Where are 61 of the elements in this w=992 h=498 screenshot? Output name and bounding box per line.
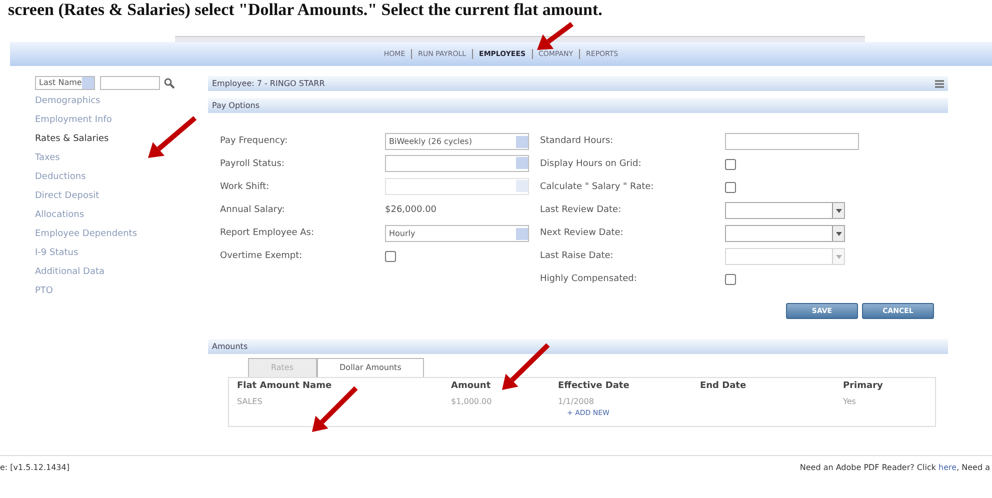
field-label: Report Employee As: bbox=[220, 226, 316, 240]
column-header: Amount bbox=[451, 380, 492, 393]
checkbox[interactable] bbox=[385, 251, 396, 262]
column-header: Flat Amount Name bbox=[237, 380, 333, 393]
sidebar-link[interactable]: Demographics bbox=[35, 92, 200, 112]
sidebar-link[interactable]: Additional Data bbox=[35, 263, 200, 282]
menu-icon[interactable] bbox=[935, 80, 944, 88]
field-label: Standard Hours: bbox=[540, 134, 614, 148]
date-field[interactable] bbox=[725, 202, 845, 219]
field-label: Last Review Date: bbox=[540, 204, 622, 217]
sidebar-link[interactable]: Employee Dependents bbox=[35, 225, 200, 244]
search-field[interactable] bbox=[100, 76, 160, 90]
calendar-dropdown-icon[interactable] bbox=[832, 203, 844, 218]
date-field[interactable] bbox=[725, 225, 845, 242]
column-header: End Date bbox=[700, 380, 748, 393]
footer-text: Need an Adobe PDF Reader? Click here, Need a bbox=[800, 462, 991, 474]
section-title: Pay Options bbox=[212, 100, 260, 112]
field-label: Work Shift: bbox=[220, 180, 270, 194]
sidebar-link[interactable]: Allocations bbox=[35, 206, 200, 226]
field-label: Calculate " Salary " Rate: bbox=[540, 180, 655, 194]
column-header: Effective Date bbox=[558, 380, 630, 393]
table-cell-text: Yes bbox=[843, 396, 857, 408]
checkbox[interactable] bbox=[725, 182, 736, 193]
sidebar-link[interactable]: Taxes bbox=[35, 149, 200, 168]
field-label: Overtime Exempt: bbox=[220, 250, 304, 263]
dropdown[interactable]: Hourly bbox=[385, 225, 529, 242]
version-text: e: [v1.5.12.1434] bbox=[0, 462, 70, 474]
tab[interactable]: Dollar Amounts bbox=[316, 358, 424, 377]
sidebar-link[interactable]: Deductions bbox=[35, 168, 200, 188]
dropdown[interactable]: BiWeekly (26 cycles) bbox=[385, 133, 529, 150]
field-value: $26,000.00 bbox=[385, 204, 437, 215]
section-title: Amounts bbox=[212, 340, 248, 352]
sidebar-link[interactable]: PTO bbox=[35, 282, 200, 302]
table-cell-text: $1,000.00 bbox=[451, 396, 493, 408]
sidebar-link[interactable]: Employment Info bbox=[35, 111, 200, 130]
column-header: Primary bbox=[843, 380, 884, 393]
instruction-text: screen (Rates & Salaries) select "Dollar Amounts." Select the current flat amount. bbox=[7, 0, 604, 21]
sidebar-link[interactable]: Direct Deposit bbox=[35, 187, 200, 206]
table-cell-text: 1/1/2008 bbox=[558, 396, 595, 408]
sidebar-link[interactable]: Rates & Salaries bbox=[35, 130, 200, 150]
checkbox[interactable] bbox=[725, 274, 736, 285]
field-label: Next Review Date: bbox=[540, 226, 624, 240]
checkbox[interactable] bbox=[725, 159, 736, 170]
field-label: Last Raise Date: bbox=[540, 250, 614, 263]
pointer-arrow bbox=[502, 343, 550, 390]
field-label: Payroll Status: bbox=[220, 158, 286, 171]
table-cell-text: SALES bbox=[237, 396, 264, 408]
field-label: Highly Compensated: bbox=[540, 272, 638, 286]
field-label: Pay Frequency: bbox=[220, 134, 289, 148]
pointer-arrow bbox=[148, 116, 197, 158]
sidebar-link[interactable]: I-9 Status bbox=[35, 244, 200, 264]
filter-select[interactable]: Last Name bbox=[35, 76, 95, 90]
calendar-dropdown-icon[interactable] bbox=[832, 226, 844, 241]
field-label: Annual Salary: bbox=[220, 204, 286, 217]
tab[interactable]: Rates bbox=[248, 358, 317, 377]
search-icon[interactable] bbox=[164, 78, 175, 88]
field-label: Display Hours on Grid: bbox=[540, 158, 642, 171]
employee-title: Employee: 7 - RINGO STARR bbox=[212, 78, 325, 90]
input-field[interactable] bbox=[725, 133, 859, 150]
footer-link[interactable]: here bbox=[938, 463, 957, 472]
pointer-arrow bbox=[537, 22, 574, 50]
